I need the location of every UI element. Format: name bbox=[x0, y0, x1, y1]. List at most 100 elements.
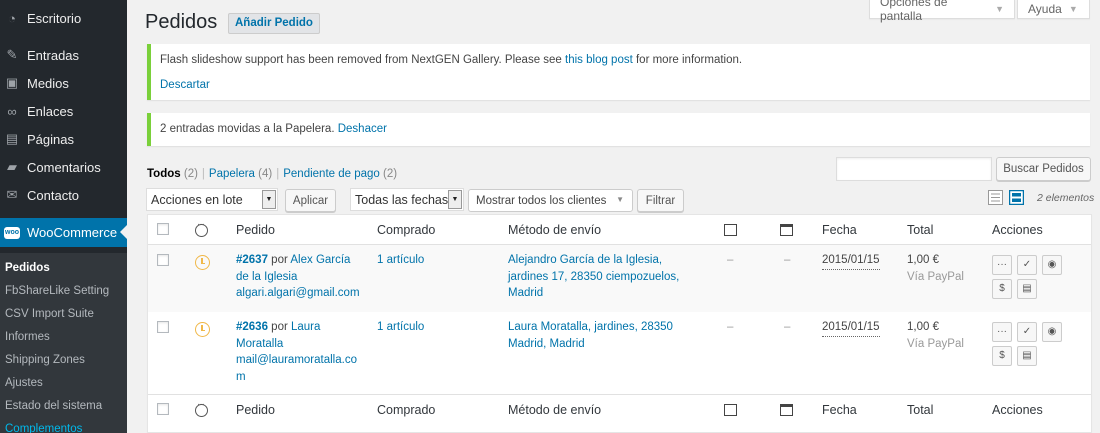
excerpt-view-icon[interactable] bbox=[1009, 190, 1024, 205]
customer-email-link[interactable]: algari.algari@gmail.com bbox=[236, 287, 360, 299]
items-count: 2 elementos bbox=[1037, 192, 1095, 204]
screen-options-tab[interactable]: Opciones de pantalla ▼ bbox=[869, 0, 1015, 23]
help-tab[interactable]: Ayuda ▼ bbox=[1017, 0, 1090, 19]
column-shipping: Método de envío bbox=[508, 403, 602, 417]
sidebar-item-label: WooCommerce bbox=[27, 225, 118, 240]
sidebar-item-medios[interactable]: ▣ Medios bbox=[0, 69, 127, 97]
search-input[interactable] bbox=[836, 157, 992, 181]
address-link[interactable]: Madrid bbox=[508, 287, 543, 299]
address-link[interactable]: Laura Moratalla, jardines, 28350 bbox=[508, 321, 673, 333]
row-checkbox[interactable] bbox=[157, 321, 169, 333]
address-link[interactable]: Madrid, Madrid bbox=[508, 338, 585, 350]
sidebar-item-escritorio[interactable]: ◔ Escritorio bbox=[0, 4, 127, 32]
list-view-icon[interactable] bbox=[988, 190, 1003, 205]
complete-button[interactable]: ✓ bbox=[1017, 322, 1037, 342]
table-footer: Pedido Comprado Método de envío Fecha To… bbox=[148, 394, 1091, 424]
complete-button[interactable]: ✓ bbox=[1017, 255, 1037, 275]
customer-name-link[interactable]: Laura bbox=[291, 321, 320, 333]
submenu-csv-import[interactable]: CSV Import Suite bbox=[0, 303, 127, 326]
customer-message-value: – bbox=[727, 321, 734, 333]
chevron-down-icon: ▼ bbox=[616, 195, 624, 204]
order-by-text: por bbox=[267, 254, 291, 266]
invoice-icon[interactable]: $ bbox=[992, 346, 1012, 366]
customer-message-icon bbox=[724, 404, 737, 416]
date-filter-select[interactable]: Todas las fechas ▼ bbox=[350, 188, 464, 211]
processing-button[interactable]: ··· bbox=[992, 322, 1012, 342]
customer-filter-select[interactable]: Mostrar todos los clientes ▼ bbox=[468, 189, 633, 212]
items-link[interactable]: 1 artículo bbox=[377, 319, 424, 336]
processing-button[interactable]: ··· bbox=[992, 255, 1012, 275]
bulk-actions-select[interactable]: Acciones en lote ▼ bbox=[146, 188, 278, 211]
select-value: Acciones en lote bbox=[151, 192, 243, 207]
column-date[interactable]: Fecha bbox=[822, 403, 857, 417]
sidebar-item-label: Enlaces bbox=[27, 103, 74, 119]
shipping-address: Laura Moratalla, jardines, 28350 Madrid,… bbox=[508, 319, 693, 352]
order-number-link[interactable]: #2637 bbox=[236, 254, 268, 266]
filter-trash[interactable]: Papelera bbox=[209, 168, 255, 180]
packing-slip-icon[interactable]: ▤ bbox=[1017, 279, 1037, 299]
sidebar-item-label: Contacto bbox=[27, 187, 80, 203]
customer-email-link[interactable]: mail@lauramoratalla.co bbox=[236, 354, 357, 366]
invoice-icon[interactable]: $ bbox=[992, 279, 1012, 299]
select-all-checkbox[interactable] bbox=[157, 223, 169, 235]
column-order[interactable]: Pedido bbox=[236, 223, 275, 237]
select-all-checkbox[interactable] bbox=[157, 403, 169, 415]
order-cell: #2636 por Laura Moratalla mail@lauramora… bbox=[236, 319, 366, 385]
select-value: Mostrar todos los clientes bbox=[476, 194, 607, 207]
add-order-button[interactable]: Añadir Pedido bbox=[228, 13, 320, 34]
submenu-fbsharelike[interactable]: FbShareLike Setting bbox=[0, 280, 127, 303]
woocommerce-icon: woo bbox=[4, 225, 20, 241]
submenu-pedidos[interactable]: Pedidos bbox=[0, 257, 127, 280]
column-actions: Acciones bbox=[992, 223, 1043, 237]
status-column-icon bbox=[195, 399, 208, 417]
sidebar-item-enlaces[interactable]: ∞ Enlaces bbox=[0, 97, 127, 125]
pushpin-icon: ✎ bbox=[6, 47, 18, 62]
filter-button[interactable]: Filtrar bbox=[637, 189, 684, 212]
dashboard-icon: ◔ bbox=[8, 10, 16, 26]
customer-name-link[interactable]: Moratalla bbox=[236, 338, 283, 350]
dismiss-link[interactable]: Descartar bbox=[160, 79, 210, 91]
address-link[interactable]: jardines 17, 28350 ciempozuelos, bbox=[508, 271, 679, 283]
filter-pending[interactable]: Pendiente de pago bbox=[283, 168, 380, 180]
sidebar-item-paginas[interactable]: ▤ Páginas bbox=[0, 125, 127, 153]
submenu-complementos[interactable]: Complementos bbox=[0, 418, 127, 433]
submenu-informes[interactable]: Informes bbox=[0, 326, 127, 349]
column-total[interactable]: Total bbox=[907, 223, 933, 237]
undo-link[interactable]: Deshacer bbox=[338, 123, 387, 135]
submenu-shipping-zones[interactable]: Shipping Zones bbox=[0, 349, 127, 372]
order-number-link[interactable]: #2636 bbox=[236, 321, 268, 333]
payment-method: Vía PayPal bbox=[907, 337, 964, 350]
customer-name-link[interactable]: Alex García bbox=[290, 254, 350, 266]
order-by-text: por bbox=[267, 321, 291, 333]
customer-name-link[interactable]: de la Iglesia bbox=[236, 271, 297, 283]
view-button[interactable]: ◉ bbox=[1042, 322, 1062, 342]
address-link[interactable]: Alejandro García de la Iglesia, bbox=[508, 254, 662, 266]
table-row: #2636 por Laura Moratalla mail@lauramora… bbox=[148, 312, 1091, 383]
notice-text: 2 entradas movidas a la Papelera. bbox=[160, 123, 338, 135]
row-checkbox[interactable] bbox=[157, 254, 169, 266]
apply-button[interactable]: Aplicar bbox=[285, 189, 336, 212]
comment-icon: ▰ bbox=[7, 159, 17, 174]
submenu-ajustes[interactable]: Ajustes bbox=[0, 372, 127, 395]
customer-email-link[interactable]: m bbox=[236, 371, 246, 383]
sidebar-item-woocommerce[interactable]: woo WooCommerce bbox=[0, 218, 127, 247]
column-total[interactable]: Total bbox=[907, 403, 933, 417]
column-order[interactable]: Pedido bbox=[236, 403, 275, 417]
column-date[interactable]: Fecha bbox=[822, 223, 857, 237]
packing-slip-icon[interactable]: ▤ bbox=[1017, 346, 1037, 366]
search-orders-button[interactable]: Buscar Pedidos bbox=[996, 157, 1091, 181]
sidebar-item-label: Medios bbox=[27, 75, 69, 91]
sidebar-item-entradas[interactable]: ✎ Entradas bbox=[0, 41, 127, 69]
submenu-estado-sistema[interactable]: Estado del sistema bbox=[0, 395, 127, 418]
status-filter-links: Todos (2) | Papelera (4) | Pendiente de pago… bbox=[147, 168, 398, 180]
view-button[interactable]: ◉ bbox=[1042, 255, 1062, 275]
sidebar-item-label: Comentarios bbox=[27, 159, 101, 175]
items-link[interactable]: 1 artículo bbox=[377, 252, 424, 269]
count: (2) bbox=[383, 168, 398, 180]
notice-message: Flash slideshow support has been removed… bbox=[160, 54, 742, 66]
blog-post-link[interactable]: this blog post bbox=[565, 54, 633, 66]
sidebar-item-contacto[interactable]: ✉ Contacto bbox=[0, 181, 127, 209]
sidebar-item-comentarios[interactable]: ▰ Comentarios bbox=[0, 153, 127, 181]
filter-all[interactable]: Todos bbox=[147, 168, 181, 180]
sidebar-item-label: Páginas bbox=[27, 131, 74, 147]
